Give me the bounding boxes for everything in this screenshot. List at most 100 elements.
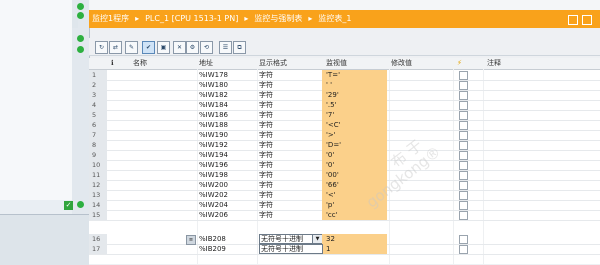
breadcrumb-item[interactable]: 监控1程序 bbox=[92, 10, 129, 28]
maximize-icon[interactable] bbox=[582, 15, 592, 25]
column-format[interactable]: 显示格式 bbox=[259, 58, 287, 69]
modify-checkbox[interactable] bbox=[459, 201, 468, 210]
monitor-value-cell: 1 bbox=[322, 244, 387, 254]
modify-checkbox[interactable] bbox=[459, 151, 468, 160]
format-cell[interactable]: 字符 bbox=[259, 180, 273, 190]
monitor-value-cell: '0' bbox=[322, 150, 387, 160]
column-comment[interactable]: 注释 bbox=[487, 58, 501, 69]
format-cell[interactable]: 字符 bbox=[259, 70, 273, 80]
project-tree-list bbox=[0, 0, 73, 200]
breadcrumb-separator: ▸ bbox=[308, 14, 313, 23]
dropdown-option[interactable]: 无符号十进制 bbox=[259, 244, 323, 254]
table-row[interactable]: 17 %IB209 1 bbox=[89, 244, 600, 255]
row-number: 8 bbox=[89, 140, 107, 150]
modify-checkbox[interactable] bbox=[459, 235, 468, 244]
address-cell[interactable]: %IW180 bbox=[199, 80, 228, 90]
address-cell[interactable]: %IW206 bbox=[199, 210, 228, 220]
modify-checkbox[interactable] bbox=[459, 81, 468, 90]
breadcrumb-item[interactable]: 监控表_1 bbox=[318, 10, 351, 28]
breadcrumb-item[interactable]: PLC_1 [CPU 1513-1 PN] bbox=[145, 10, 238, 28]
table-row[interactable]: 15 %IW206 字符 'cc' bbox=[89, 210, 600, 221]
format-cell[interactable]: 字符 bbox=[259, 190, 273, 200]
format-cell[interactable]: 字符 bbox=[259, 80, 273, 90]
chevron-down-icon[interactable]: ▼ bbox=[312, 235, 322, 243]
chart-icon[interactable]: ⟲ bbox=[200, 41, 213, 54]
monitor-value-cell: '.5' bbox=[322, 100, 387, 110]
address-cell[interactable]: %IW204 bbox=[199, 200, 228, 210]
monitor-value-cell: '7' bbox=[322, 110, 387, 120]
monitor-once-icon[interactable]: ⇄ bbox=[109, 41, 122, 54]
format-cell[interactable]: 字符 bbox=[259, 170, 273, 180]
address-cell[interactable]: %IB209 bbox=[199, 244, 226, 254]
modify-checkbox[interactable] bbox=[459, 141, 468, 150]
address-cell[interactable]: %IW202 bbox=[199, 190, 228, 200]
format-cell[interactable]: 字符 bbox=[259, 150, 273, 160]
address-cell[interactable]: %IW198 bbox=[199, 170, 228, 180]
minimize-icon[interactable] bbox=[568, 15, 578, 25]
format-cell[interactable]: 字符 bbox=[259, 200, 273, 210]
modify-checkbox[interactable] bbox=[459, 181, 468, 190]
column-name[interactable]: 名称 bbox=[133, 58, 147, 69]
force-icon[interactable]: ▣ bbox=[157, 41, 170, 54]
modify-checkbox[interactable] bbox=[459, 111, 468, 120]
address-cell[interactable]: %IW188 bbox=[199, 120, 228, 130]
monitor-all-icon[interactable]: ↻ bbox=[95, 41, 108, 54]
goto-icon[interactable]: ☰ bbox=[219, 41, 232, 54]
modify-checkbox[interactable] bbox=[459, 245, 468, 254]
column-modify[interactable]: 修改值 bbox=[391, 58, 412, 69]
breadcrumb-separator: ▸ bbox=[135, 14, 140, 23]
window-controls bbox=[564, 14, 592, 32]
breadcrumb: 监控1程序 ▸ PLC_1 [CPU 1513-1 PN] ▸ 监控与强制表 ▸ 监控表_1 bbox=[89, 10, 600, 28]
modify-checkbox[interactable] bbox=[459, 211, 468, 220]
modify-checkbox[interactable] bbox=[459, 171, 468, 180]
format-cell[interactable]: 字符 bbox=[259, 160, 273, 170]
row-number: 3 bbox=[89, 90, 107, 100]
modify-checkbox[interactable] bbox=[459, 71, 468, 80]
watch-table: ℹ 名称 地址 显示格式 监视值 修改值 ⚡ 注释 1 %IW178 字符 'T=' … bbox=[89, 58, 600, 264]
breadcrumb-item[interactable]: 监控与强制表 bbox=[254, 10, 302, 28]
modify-icon[interactable]: ✎ bbox=[125, 41, 138, 54]
row-number: 1 bbox=[89, 70, 107, 80]
row-number: 5 bbox=[89, 110, 107, 120]
address-cell[interactable]: %IW178 bbox=[199, 70, 228, 80]
display-icon[interactable]: ⚙ bbox=[186, 41, 199, 54]
row-number: 2 bbox=[89, 80, 107, 90]
format-cell[interactable]: 字符 bbox=[259, 100, 273, 110]
address-cell[interactable]: %IW194 bbox=[199, 150, 228, 160]
modify-checkbox[interactable] bbox=[459, 191, 468, 200]
modify-checkbox[interactable] bbox=[459, 101, 468, 110]
status-ok-icon bbox=[77, 12, 84, 19]
format-cell[interactable]: 字符 bbox=[259, 140, 273, 150]
address-cell[interactable]: %IW200 bbox=[199, 180, 228, 190]
clone-icon[interactable]: ⧉ bbox=[233, 41, 246, 54]
modify-checkbox[interactable] bbox=[459, 161, 468, 170]
address-cell[interactable]: %IW184 bbox=[199, 100, 228, 110]
table-header: ℹ 名称 地址 显示格式 监视值 修改值 ⚡ 注释 bbox=[89, 58, 600, 70]
row-number: 15 bbox=[89, 210, 107, 220]
address-cell[interactable]: %IW186 bbox=[199, 110, 228, 120]
row-number: 14 bbox=[89, 200, 107, 210]
address-cell[interactable]: %IW182 bbox=[199, 90, 228, 100]
modify-checkbox[interactable] bbox=[459, 91, 468, 100]
monitor-value-cell: '0' bbox=[322, 160, 387, 170]
address-cell[interactable]: %IB208 bbox=[199, 234, 226, 244]
address-cell[interactable]: %IW196 bbox=[199, 160, 228, 170]
format-cell[interactable]: 字符 bbox=[259, 110, 273, 120]
force-stop-icon[interactable]: ✕ bbox=[173, 41, 186, 54]
format-cell[interactable]: 字符 bbox=[259, 130, 273, 140]
address-cell[interactable]: %IW192 bbox=[199, 140, 228, 150]
format-cell[interactable]: 字符 bbox=[259, 210, 273, 220]
modify-now-icon[interactable]: ✔ bbox=[142, 41, 155, 54]
modify-checkbox[interactable] bbox=[459, 131, 468, 140]
format-dropdown[interactable]: 无符号十进制 ▼ bbox=[259, 234, 323, 244]
row-number: 10 bbox=[89, 160, 107, 170]
column-monitor[interactable]: 监视值 bbox=[326, 58, 347, 69]
row-number: 17 bbox=[89, 244, 107, 254]
format-cell[interactable]: 字符 bbox=[259, 90, 273, 100]
modify-checkbox[interactable] bbox=[459, 121, 468, 130]
format-cell[interactable]: 字符 bbox=[259, 120, 273, 130]
row-number: 13 bbox=[89, 190, 107, 200]
status-ok-icon bbox=[77, 3, 84, 10]
column-address[interactable]: 地址 bbox=[199, 58, 213, 69]
address-cell[interactable]: %IW190 bbox=[199, 130, 228, 140]
